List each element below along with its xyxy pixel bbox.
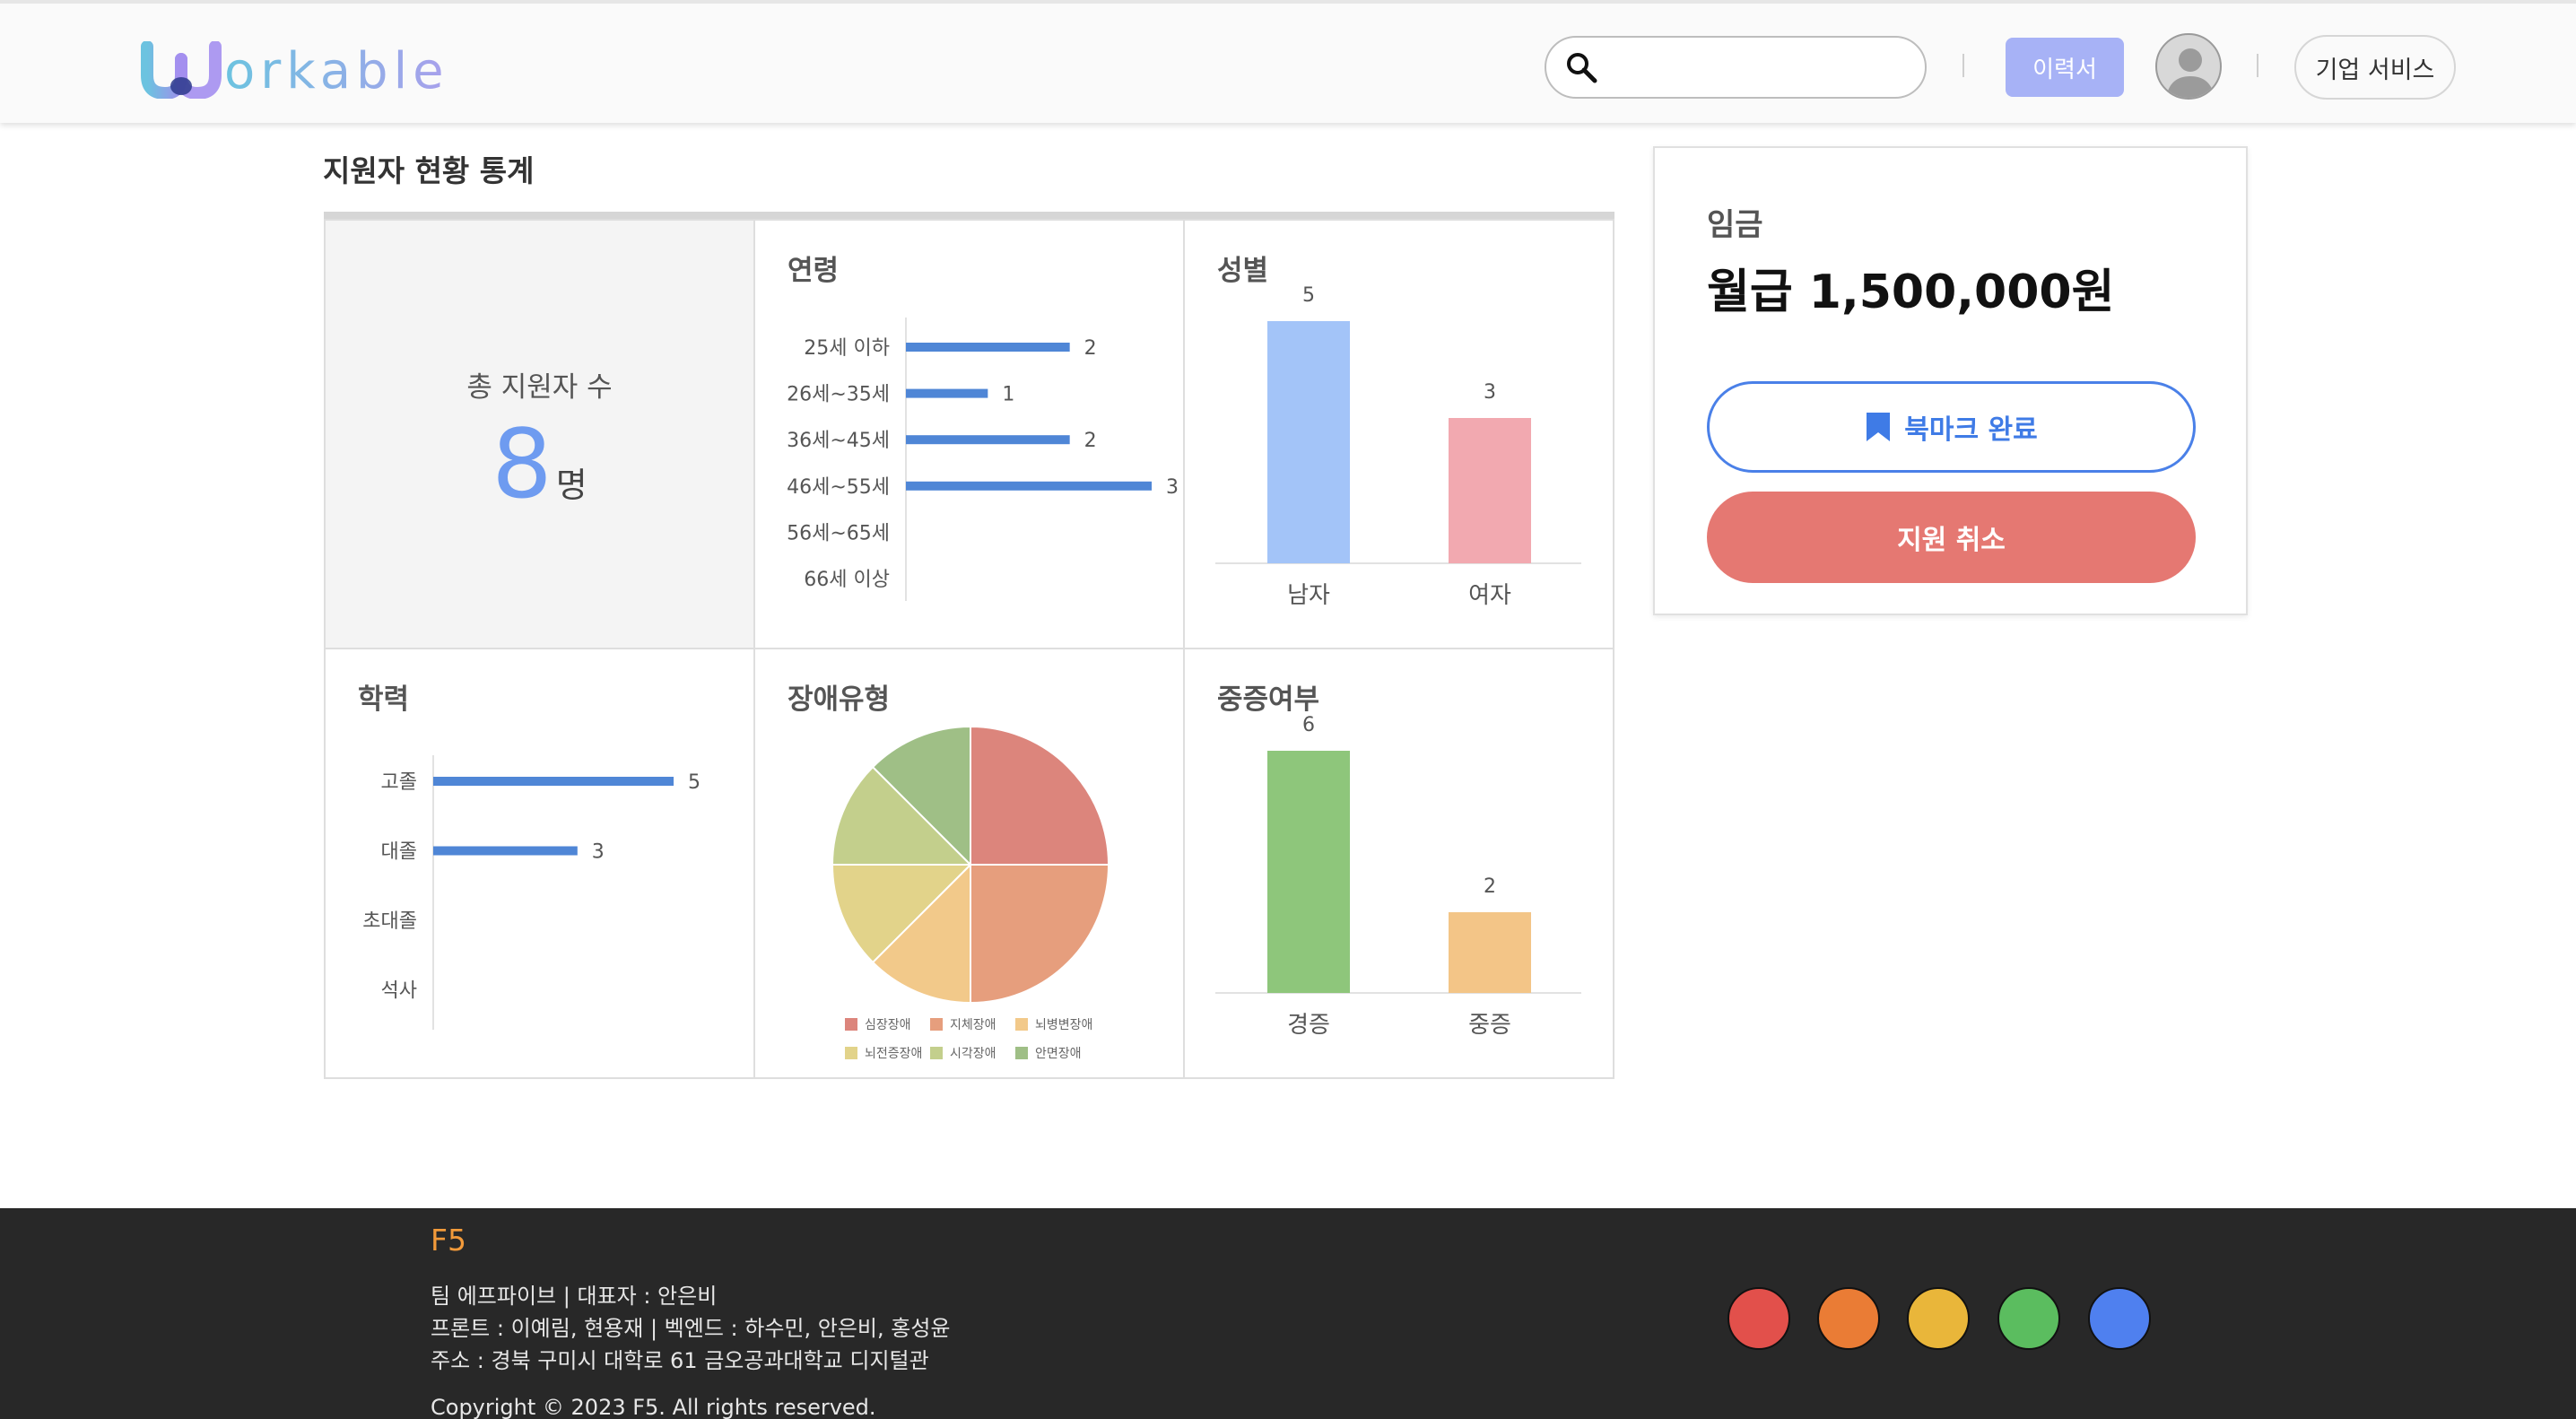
data-label: 6 bbox=[1302, 714, 1315, 736]
legend-label: 뇌전증장애 bbox=[865, 1047, 922, 1061]
stats-title: 지원자 현황 통계 bbox=[323, 153, 535, 188]
footer-dot[interactable] bbox=[1817, 1287, 1880, 1350]
total-applicants-card: 총 지원자 수 8명 bbox=[324, 219, 755, 649]
severity-chart: 6 경증 2 중증 bbox=[1215, 714, 1581, 1039]
user-avatar-icon bbox=[2166, 48, 2215, 98]
logo-w-icon bbox=[141, 41, 222, 99]
age-chart-card: 연령 25세 이하 2 26세~35세 1 36세~45세 2 46세~55세 3 56세~65… bbox=[753, 219, 1185, 649]
gender-chart-card: 성별 5 남자 3 여자 bbox=[1183, 219, 1614, 649]
severity-chart-card: 중증여부 6 경증 2 중증 bbox=[1183, 648, 1614, 1079]
tick-label: 26세~35세 bbox=[787, 384, 890, 406]
legend-swatch bbox=[1015, 1047, 1028, 1059]
tick-label: 56세~65세 bbox=[787, 522, 890, 544]
total-number: 8 bbox=[492, 409, 553, 519]
footer-copyright: Copyright © 2023 F5. All rights reserved… bbox=[431, 1395, 876, 1419]
total-value: 8명 bbox=[326, 409, 753, 519]
footer-dot[interactable] bbox=[1907, 1287, 1970, 1350]
tick-label: 초대졸 bbox=[362, 910, 417, 933]
header-divider bbox=[1962, 54, 1964, 77]
footer-team-line: 팀 에프파이브 | 대표자 : 안은비 bbox=[431, 1284, 718, 1309]
legend-swatch bbox=[930, 1018, 943, 1031]
legend-swatch bbox=[845, 1047, 857, 1059]
bar bbox=[906, 343, 1070, 352]
bar bbox=[433, 846, 578, 856]
pie-slice bbox=[970, 725, 1110, 866]
data-label: 2 bbox=[1484, 875, 1496, 898]
tick-label: 고졸 bbox=[381, 771, 417, 794]
bar bbox=[433, 777, 674, 786]
legend-swatch bbox=[845, 1018, 857, 1031]
gender-chart: 5 남자 3 여자 bbox=[1215, 284, 1581, 609]
logo-text: orkable bbox=[224, 42, 449, 100]
resume-button[interactable]: 이력서 bbox=[2006, 38, 2124, 97]
legend-swatch bbox=[930, 1047, 943, 1059]
bar bbox=[1449, 912, 1531, 993]
footer-dot[interactable] bbox=[1997, 1287, 2060, 1350]
search-icon[interactable] bbox=[1564, 50, 1600, 86]
education-chart: 고졸 5 대졸 3 초대졸석사 bbox=[362, 755, 701, 1030]
tick-label: 46세~55세 bbox=[787, 476, 890, 499]
tick-label: 66세 이상 bbox=[804, 569, 890, 591]
bookmark-icon bbox=[1867, 413, 1891, 441]
bar bbox=[1267, 751, 1350, 993]
wage-value: 월급 1,500,000원 bbox=[1707, 266, 2115, 319]
tick-label: 경증 bbox=[1287, 1012, 1330, 1039]
data-label: 3 bbox=[592, 841, 605, 864]
tick-label: 남자 bbox=[1287, 582, 1330, 609]
tick-label: 대졸 bbox=[381, 841, 417, 864]
pie-slice bbox=[970, 864, 1110, 1005]
age-chart: 25세 이하 2 26세~35세 1 36세~45세 2 46세~55세 3 56세~65세 66… bbox=[787, 318, 1179, 601]
bar bbox=[1449, 418, 1531, 563]
corp-service-button[interactable]: 기업 서비스 bbox=[2294, 35, 2456, 100]
legend-label: 지체장애 bbox=[950, 1018, 996, 1032]
footer: F5 팀 에프파이브 | 대표자 : 안은비 프론트 : 이예림, 현용재 | … bbox=[0, 1208, 2576, 1419]
workable-logo[interactable]: orkable bbox=[140, 36, 449, 99]
stats-grid: 총 지원자 수 8명 연령 25세 이하 2 26세~35세 1 36세~45세 2 46세… bbox=[324, 212, 1614, 1079]
wage-label: 임금 bbox=[1707, 207, 1763, 243]
bar bbox=[906, 435, 1070, 445]
disability-type-chart-card: 장애유형 심장장애 지체장애 뇌병변장애 뇌전증장애 시각장애 안면장애 bbox=[753, 648, 1185, 1079]
data-label: 3 bbox=[1484, 381, 1496, 404]
bar bbox=[906, 481, 1152, 491]
cancel-application-button[interactable]: 지원 취소 bbox=[1707, 492, 2196, 583]
bookmark-button[interactable]: 북마크 완료 bbox=[1707, 381, 2196, 473]
search-box[interactable] bbox=[1545, 36, 1927, 99]
bar bbox=[906, 388, 988, 398]
total-label: 총 지원자 수 bbox=[466, 371, 613, 404]
legend-label: 안면장애 bbox=[1035, 1047, 1082, 1061]
data-label: 3 bbox=[1166, 476, 1179, 499]
tick-label: 여자 bbox=[1468, 582, 1511, 609]
data-label: 2 bbox=[1084, 430, 1097, 452]
disability-type-chart: 심장장애 지체장애 뇌병변장애뇌전증장애 시각장애 안면장애 bbox=[831, 725, 1110, 1061]
legend-label: 시각장애 bbox=[950, 1047, 996, 1061]
education-chart-card: 학력 고졸 5 대졸 3 초대졸 석사 bbox=[324, 648, 755, 1079]
search-input[interactable] bbox=[1609, 47, 1905, 90]
footer-dot[interactable] bbox=[1727, 1287, 1790, 1350]
footer-brand: F5 bbox=[431, 1223, 466, 1258]
bar bbox=[1267, 321, 1350, 563]
tick-label: 중증 bbox=[1468, 1012, 1511, 1039]
footer-address-line: 주소 : 경북 구미시 대학로 61 금오공과대학교 디지털관 bbox=[431, 1348, 929, 1373]
data-label: 2 bbox=[1084, 337, 1097, 360]
header: orkable 이력서 기업 서비스 bbox=[0, 0, 2576, 123]
tick-label: 36세~45세 bbox=[787, 430, 890, 452]
data-label: 5 bbox=[1302, 284, 1315, 307]
header-divider bbox=[2257, 54, 2258, 77]
legend-label: 뇌병변장애 bbox=[1035, 1018, 1092, 1032]
footer-members-line: 프론트 : 이예림, 현용재 | 벡엔드 : 하수민, 안은비, 홍성윤 bbox=[431, 1316, 951, 1341]
wage-card: 임금 월급 1,500,000원 북마크 완료 지원 취소 bbox=[1653, 146, 2248, 615]
footer-dot[interactable] bbox=[2088, 1287, 2151, 1350]
avatar[interactable] bbox=[2155, 33, 2222, 100]
legend-label: 심장장애 bbox=[865, 1018, 911, 1032]
total-unit: 명 bbox=[555, 466, 587, 505]
tick-label: 석사 bbox=[381, 980, 417, 1003]
tick-label: 25세 이하 bbox=[804, 337, 890, 360]
bookmark-label: 북마크 완료 bbox=[1904, 414, 2038, 446]
legend-swatch bbox=[1015, 1018, 1028, 1031]
data-label: 1 bbox=[1002, 384, 1014, 406]
data-label: 5 bbox=[688, 771, 701, 794]
